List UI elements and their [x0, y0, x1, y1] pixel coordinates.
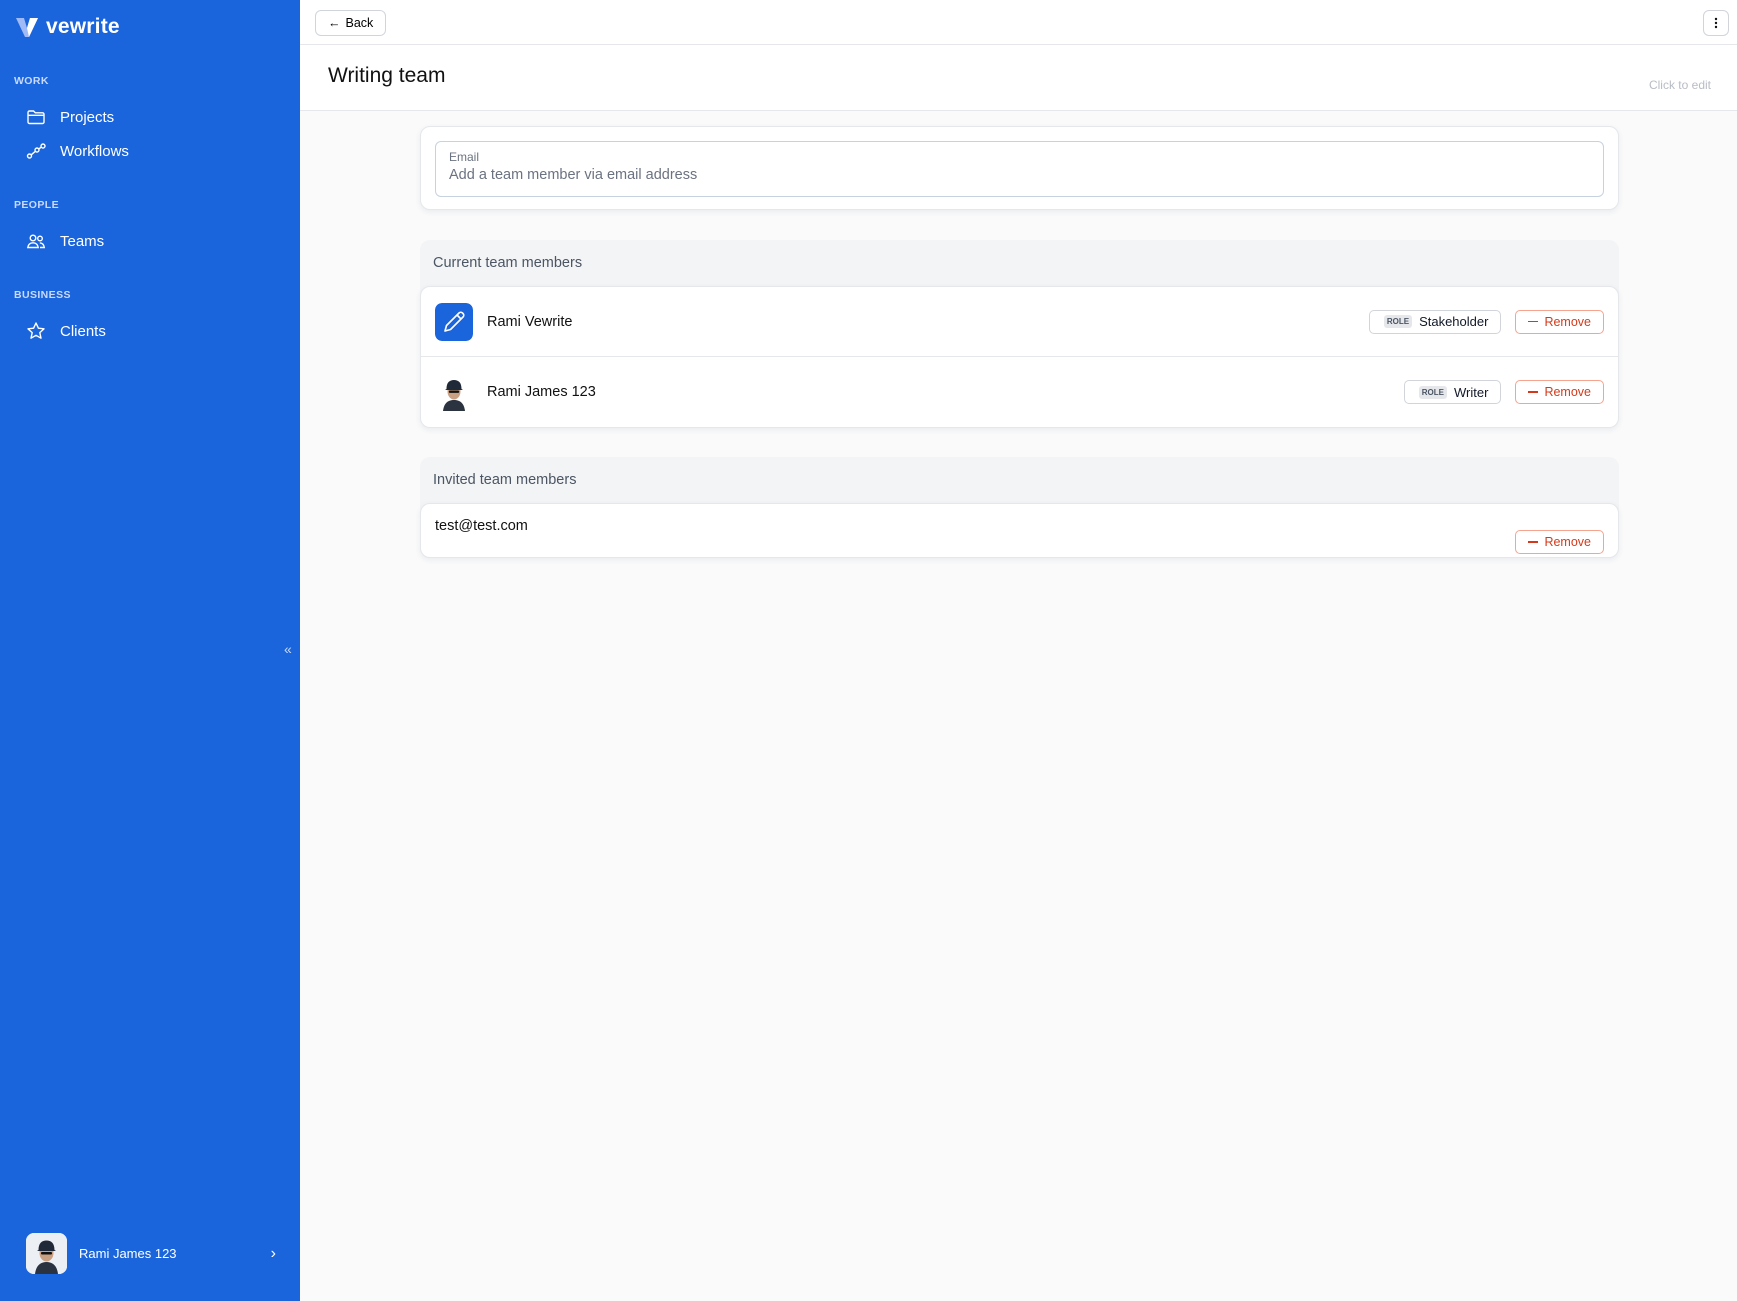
chevron-right-icon: ›: [270, 1244, 276, 1262]
section-label-business: BUSINESS: [14, 289, 71, 301]
role-value: Writer: [1454, 384, 1489, 400]
remove-label: Remove: [1544, 314, 1591, 329]
section-label-work: WORK: [14, 75, 49, 87]
remove-button[interactable]: Remove: [1515, 380, 1604, 404]
back-label: Back: [345, 16, 374, 30]
role-tag: ROLE: [1383, 315, 1413, 328]
user-name: Rami James 123: [79, 1246, 177, 1261]
sidebar-item-teams[interactable]: Teams: [26, 228, 104, 254]
top-bar: ← Back: [300, 0, 1737, 45]
invited-members-section: Invited team members test@test.com Remov…: [420, 457, 1619, 558]
sidebar-item-label: Teams: [60, 232, 105, 250]
sidebar: vewrite WORK Projects Workflows PEOPLE T…: [0, 0, 300, 1301]
member-name: Rami James 123: [487, 384, 596, 400]
workflow-icon: [26, 143, 46, 159]
section-title: Invited team members: [433, 472, 577, 488]
table-row: Rami James 123 ROLE Writer Remove: [421, 357, 1618, 427]
email-label: Email: [449, 150, 480, 164]
invited-email: test@test.com: [435, 518, 528, 534]
sidebar-item-clients[interactable]: Clients: [26, 318, 106, 344]
avatar: [435, 373, 473, 411]
more-vertical-icon: [1714, 17, 1718, 29]
role-tag: ROLE: [1418, 385, 1448, 399]
sidebar-item-label: Clients: [60, 322, 106, 340]
remove-button[interactable]: Remove: [1515, 530, 1604, 554]
collapse-sidebar-icon[interactable]: «: [284, 641, 292, 657]
star-icon: [27, 322, 45, 339]
users-icon: [26, 234, 46, 249]
minus-icon: [1528, 320, 1539, 323]
email-field[interactable]: Email: [435, 141, 1604, 197]
sidebar-item-workflows[interactable]: Workflows: [26, 138, 129, 164]
email-input[interactable]: [449, 167, 1590, 183]
minus-icon: [1528, 541, 1539, 543]
list-item: test@test.com Remove: [421, 504, 1618, 557]
brand-name: vewrite: [46, 15, 120, 38]
sidebar-item-label: Projects: [60, 108, 115, 126]
role-selector[interactable]: ROLE Writer: [1403, 380, 1502, 404]
arrow-left-icon: ←: [328, 16, 341, 30]
avatar: [26, 1233, 67, 1274]
sidebar-item-label: Workflows: [60, 142, 129, 160]
add-member-card: Email: [420, 126, 1619, 210]
section-label-people: PEOPLE: [14, 199, 59, 211]
page-title[interactable]: Writing team: [328, 64, 445, 88]
user-profile[interactable]: Rami James 123 ›: [26, 1233, 276, 1274]
remove-label: Remove: [1544, 385, 1591, 399]
member-list: Rami Vewrite ROLE Stakeholder Remove Ram…: [420, 286, 1619, 428]
sidebar-item-projects[interactable]: Projects: [26, 104, 114, 130]
remove-label: Remove: [1544, 535, 1591, 549]
minus-icon: [1528, 391, 1539, 393]
table-row: Rami Vewrite ROLE Stakeholder Remove: [421, 287, 1618, 357]
current-members-section: Current team members Rami Vewrite ROLE S…: [420, 240, 1619, 428]
more-options-button[interactable]: [1703, 10, 1729, 36]
folder-icon: [27, 110, 45, 125]
section-title: Current team members: [433, 255, 583, 271]
vewrite-logo-icon: [16, 18, 38, 37]
avatar: [435, 302, 473, 341]
invite-list: test@test.com Remove: [420, 503, 1619, 558]
role-value: Stakeholder: [1419, 314, 1489, 329]
role-selector[interactable]: ROLE Stakeholder: [1368, 309, 1502, 334]
back-button[interactable]: ← Back: [315, 10, 387, 36]
remove-button[interactable]: Remove: [1515, 309, 1604, 334]
page-header: Writing team Click to edit: [300, 45, 1737, 111]
click-to-edit-hint[interactable]: Click to edit: [1649, 78, 1711, 92]
member-name: Rami Vewrite: [487, 313, 573, 330]
logo[interactable]: vewrite: [14, 14, 120, 40]
